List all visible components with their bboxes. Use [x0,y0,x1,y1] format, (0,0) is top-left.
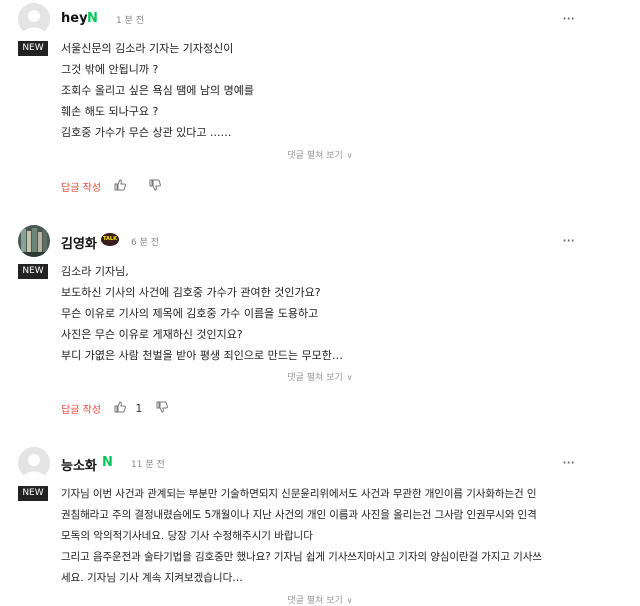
comment-line: 김호중 가수가 무슨 상관 있다고 ...… [61,126,232,139]
comment-author[interactable]: 능소화 [61,455,97,474]
comment-line: 보도하신 기사의 사건에 김호중 가수가 관여한 것인가요? [61,286,321,299]
default-avatar-icon [18,447,50,479]
thumbs-down-icon[interactable] [149,179,161,194]
comment-author[interactable]: 김영화 [61,233,97,252]
naver-n-icon: N [87,11,98,26]
comment-body: 서울신문의 김소라 기자는 기자정신이 그것 밖에 안됩니까 ? 조회수 올리고… [61,38,586,143]
expand-label: 댓글 펼쳐 보기 [287,373,343,383]
new-badge: NEW [18,41,48,56]
reply-button[interactable]: 답글 작성 [61,179,101,194]
avatar[interactable] [18,447,50,479]
comment-line: 부디 가엾은 사람 천벌을 받아 평생 죄인으로 만드는 무모한… [61,349,343,362]
comment-line: 훼손 해도 되나구요 ? [61,105,159,118]
comment-line: 그것 밖에 안됩니까 ? [61,63,159,76]
comment-line: 권침해라고 주의 결정내렸슴에도 5개월이나 지난 사건의 개인 이름과 사진을… [61,509,537,521]
default-avatar-icon [18,3,50,35]
kakao-talk-icon: TALK [101,233,119,246]
more-options-icon[interactable]: ··· [562,231,575,250]
comment-time: 6 분 전 [131,238,160,248]
naver-n-icon: N [102,455,113,470]
more-options-icon[interactable]: ··· [562,9,575,28]
comment-line: 사진은 무슨 이유로 게재하신 것인지요? [61,328,243,341]
comment-actions: 답글 작성 [61,179,161,194]
new-badge: NEW [18,264,48,279]
comment-body: 기자님 이번 사건과 관계되는 부분만 기술하면되지 신문윤리위에서도 사건과 … [61,484,586,589]
chevron-down-icon: ∨ [346,596,353,605]
thumbs-up-icon[interactable] [114,401,127,416]
new-badge: NEW [18,486,48,501]
comment-line: 모독의 악의적기사네요. 당장 기사 수정해주시기 바랍니다 [61,530,313,542]
comment-time: 11 분 전 [131,460,165,470]
comment-line: 무슨 이유로 기사의 제목에 김호중 가수 이름을 도용하고 [61,307,319,320]
comment-time: 1 분 전 [116,16,145,26]
comment-line: 서울신문의 김소라 기자는 기자정신이 [61,42,234,55]
like-count: 1 [135,402,143,415]
thumbs-down-icon[interactable] [156,401,168,416]
avatar[interactable] [18,3,50,35]
comment-line: 김소라 기자님, [61,265,129,278]
chevron-down-icon: ∨ [346,151,353,160]
more-options-icon[interactable]: ··· [562,453,575,472]
bookshelf-avatar-icon [18,225,50,257]
expand-comment-button[interactable]: 댓글 펼쳐 보기 ∨ [0,148,640,161]
comment-line: 조회수 올리고 싶은 욕심 땜에 남의 명예를 [61,84,255,97]
avatar[interactable] [18,225,50,257]
comment-actions: 답글 작성 1 [61,401,168,416]
thumbs-up-icon[interactable] [114,179,127,194]
comment-author[interactable]: hey [61,11,88,26]
expand-comment-button[interactable]: 댓글 펼쳐 보기 ∨ [0,593,640,606]
expand-label: 댓글 펼쳐 보기 [287,151,343,161]
expand-label: 댓글 펼쳐 보기 [287,596,343,606]
comment-line: 세요. 기자님 기사 계속 지켜보겠습니다… [61,572,243,584]
comment-body: 김소라 기자님, 보도하신 기사의 사건에 김호중 가수가 관여한 것인가요? … [61,261,586,366]
comment-line: 기자님 이번 사건과 관계되는 부분만 기술하면되지 신문윤리위에서도 사건과 … [61,488,537,500]
expand-comment-button[interactable]: 댓글 펼쳐 보기 ∨ [0,370,640,383]
comment-line: 그리고 음주운전과 술타기법을 김호중만 했나요? 기자님 쉽게 기사쓰지마시고… [61,551,542,563]
reply-button[interactable]: 답글 작성 [61,401,101,416]
chevron-down-icon: ∨ [346,373,353,382]
